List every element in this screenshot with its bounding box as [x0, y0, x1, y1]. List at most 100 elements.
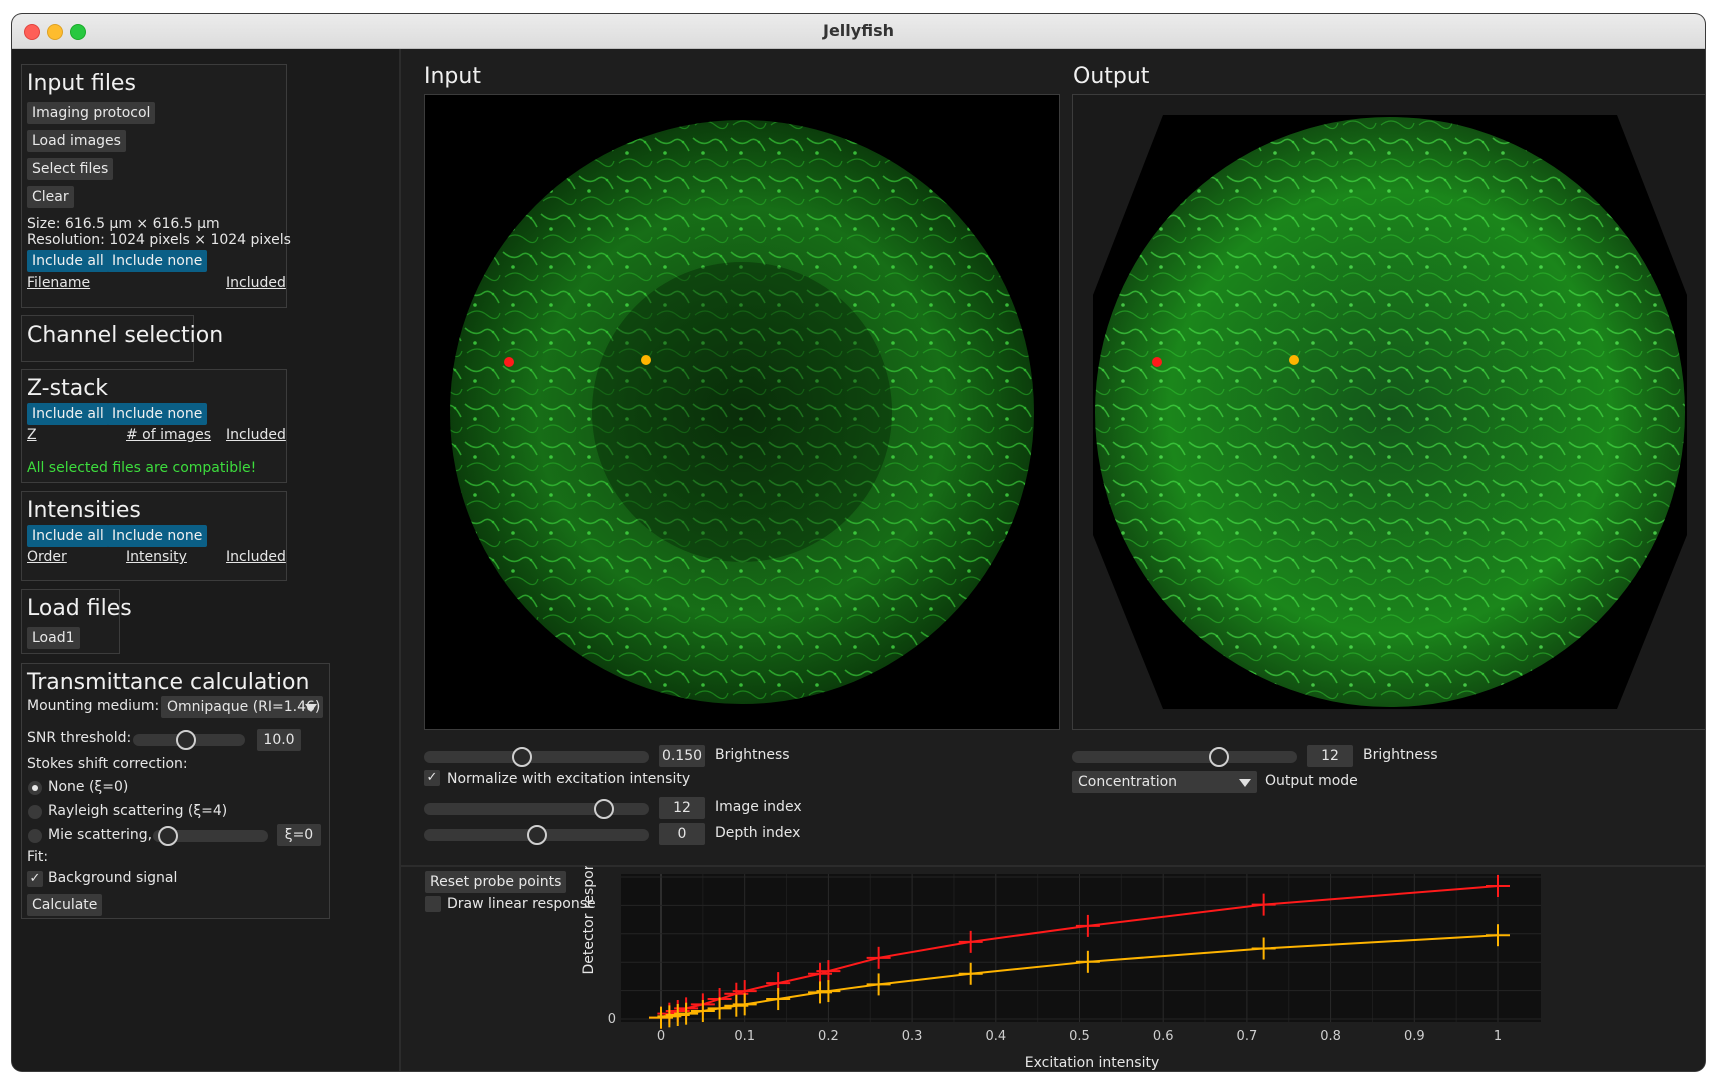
input-files-heading: Input files [27, 71, 136, 96]
mounting-medium-value: Omnipaque (RI=1.46) [167, 699, 321, 715]
depth-index-slider[interactable] [424, 825, 649, 845]
mounting-medium-label: Mounting medium: [27, 698, 160, 714]
size-readout: Size: 616.5 μm × 616.5 μm [27, 216, 220, 232]
depth-index-slider-handle[interactable] [526, 825, 547, 845]
channel-selection-panel: Channel selection [21, 315, 223, 362]
stokes-shift-label: Stokes shift correction: [27, 756, 188, 772]
transmittance-heading: Transmittance calculation [27, 670, 310, 695]
input-files-panel: Input files Imaging protocol Load images… [21, 64, 291, 308]
zstack-heading: Z-stack [27, 376, 109, 401]
image-index-slider[interactable] [424, 799, 649, 819]
window-title: Jellyfish [823, 21, 894, 40]
plot-area [621, 874, 1541, 1022]
x-tick-label: 0.2 [818, 1029, 839, 1044]
output-mode-value: Concentration [1078, 774, 1178, 790]
input-brightness-label: Brightness [715, 747, 790, 763]
intensities-include-none-button[interactable]: Include none [107, 525, 208, 547]
calculate-button[interactable]: Calculate [27, 894, 103, 916]
input-view-label: Input [424, 64, 481, 89]
include-none-button[interactable]: Include none [107, 250, 208, 272]
output-brightness-label: Brightness [1363, 747, 1438, 763]
image-count-column-header[interactable]: # of images [126, 427, 211, 443]
output-brightness-field[interactable]: 12 [1307, 745, 1353, 767]
image-index-field[interactable]: 12 [659, 797, 705, 819]
reset-probe-points-button[interactable]: Reset probe points [425, 871, 567, 893]
order-column-header[interactable]: Order [27, 549, 67, 565]
select-files-button[interactable]: Select files [27, 158, 114, 180]
image-index-slider-handle[interactable] [594, 799, 615, 819]
none-radio[interactable] [28, 781, 42, 795]
normalize-label[interactable]: Normalize with excitation intensity [447, 771, 690, 787]
background-signal-checkbox[interactable]: ✓ [27, 871, 43, 887]
included-column-header[interactable]: Included [226, 275, 286, 291]
none-option-label[interactable]: None (ξ=0) [48, 779, 128, 795]
output-orange-probe-point[interactable] [1289, 355, 1299, 365]
imaging-protocol-button[interactable]: Imaging protocol [27, 102, 156, 124]
mie-slider-handle[interactable] [157, 826, 178, 846]
mie-slider[interactable] [153, 826, 268, 846]
x-axis-label: Excitation intensity [1025, 1055, 1160, 1071]
include-all-button[interactable]: Include all [27, 250, 109, 272]
x-tick-label: 0.6 [1153, 1029, 1174, 1044]
mie-option-label[interactable]: Mie scattering, [48, 827, 152, 843]
intensities-included-column-header[interactable]: Included [226, 549, 286, 565]
output-brightness-slider-handle[interactable] [1209, 747, 1230, 767]
intensities-heading: Intensities [27, 498, 141, 523]
intensities-panel: Intensities Include all Include none Ord… [21, 491, 287, 581]
rayleigh-radio[interactable] [28, 805, 42, 819]
output-mode-label: Output mode [1265, 773, 1358, 789]
output-mode-select[interactable]: Concentration [1072, 771, 1257, 793]
chevron-down-icon [305, 704, 317, 712]
image-index-label: Image index [715, 799, 802, 815]
load-files-panel: Load files Load1 [21, 589, 132, 654]
x-tick-label: 0.1 [734, 1029, 755, 1044]
background-signal-label[interactable]: Background signal [48, 870, 177, 886]
zstack-include-none-button[interactable]: Include none [107, 403, 208, 425]
load-files-heading: Load files [27, 596, 132, 621]
main-content: Input Output 0.150 Brightness ✓ Normaliz… [401, 49, 1705, 1071]
fit-label: Fit: [27, 849, 49, 865]
response-chart[interactable]: Detector response Excitation intensity 0… [566, 866, 1696, 1071]
clear-button[interactable]: Clear [27, 186, 74, 208]
snr-threshold-slider-handle[interactable] [176, 730, 197, 750]
input-brightness-slider-handle[interactable] [512, 747, 533, 767]
zstack-panel: Z-stack Include all Include none Z # of … [21, 369, 287, 483]
z-column-header[interactable]: Z [27, 427, 37, 443]
zstack-included-column-header[interactable]: Included [226, 427, 286, 443]
x-tick-label: 0 [657, 1029, 665, 1044]
snr-threshold-field[interactable]: 10.0 [257, 729, 301, 751]
y-axis-label: Detector response [581, 866, 597, 975]
mounting-medium-select[interactable]: Omnipaque (RI=1.46) [161, 696, 323, 718]
output-image-view[interactable] [1072, 94, 1705, 730]
depth-index-field[interactable]: 0 [659, 823, 705, 845]
load-images-button[interactable]: Load images [27, 130, 126, 152]
snr-threshold-slider[interactable] [133, 730, 245, 750]
filename-column-header[interactable]: Filename [27, 275, 90, 291]
orange-probe-point[interactable] [641, 355, 651, 365]
mie-xi-field[interactable]: ξ=0 [277, 824, 321, 846]
output-red-probe-point[interactable] [1152, 357, 1162, 367]
intensities-include-all-button[interactable]: Include all [27, 525, 109, 547]
input-image-view[interactable] [424, 94, 1060, 730]
load1-button[interactable]: Load1 [27, 627, 80, 649]
output-brightness-slider[interactable] [1072, 747, 1297, 767]
x-tick-label: 1 [1494, 1029, 1502, 1044]
output-micrograph [1093, 115, 1687, 709]
output-view-label: Output [1073, 64, 1150, 89]
normalize-checkbox[interactable]: ✓ [424, 770, 440, 786]
depth-index-label: Depth index [715, 825, 801, 841]
rayleigh-option-label[interactable]: Rayleigh scattering (ξ=4) [48, 803, 227, 819]
input-brightness-slider[interactable] [424, 747, 649, 767]
channel-selection-heading: Channel selection [27, 323, 224, 348]
input-brightness-field[interactable]: 0.150 [659, 745, 705, 767]
input-micrograph [450, 120, 1034, 704]
red-probe-point[interactable] [504, 357, 514, 367]
zstack-include-all-button[interactable]: Include all [27, 403, 109, 425]
resolution-readout: Resolution: 1024 pixels × 1024 pixels [27, 232, 291, 248]
compatibility-status: All selected files are compatible! [27, 460, 257, 476]
intensity-column-header[interactable]: Intensity [126, 549, 187, 565]
draw-linear-response-checkbox[interactable] [425, 896, 441, 912]
mie-radio[interactable] [28, 829, 42, 843]
x-tick-label: 0.4 [985, 1029, 1006, 1044]
sidebar: Input files Imaging protocol Load images… [12, 49, 401, 1071]
